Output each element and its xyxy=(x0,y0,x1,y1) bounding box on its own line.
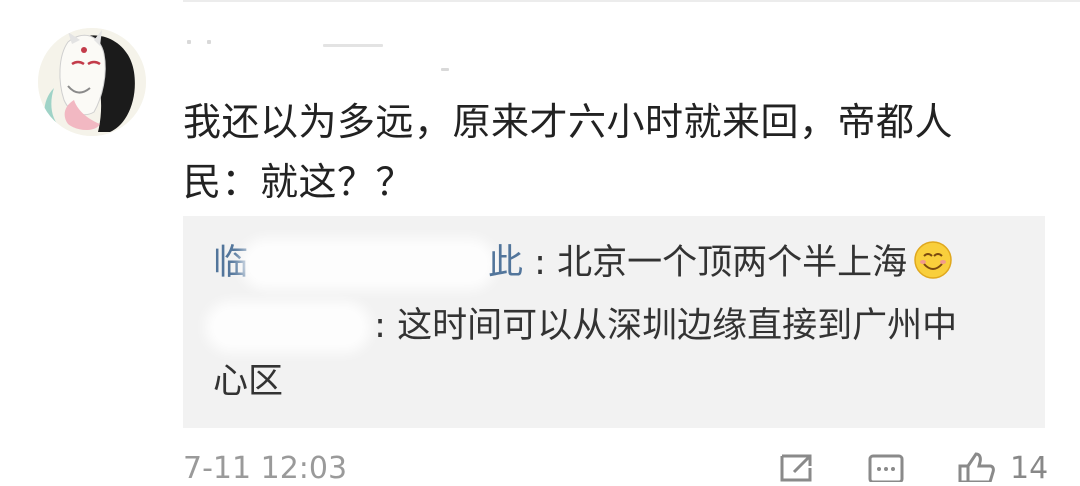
username-redacted[interactable] xyxy=(183,30,463,76)
reply-2-author[interactable] xyxy=(213,306,374,346)
comment-timestamp: 7-11 12:03 xyxy=(183,451,348,486)
comment-text: 我还以为多远，原来才六小时就来回，帝都人民：就这？？ xyxy=(183,100,954,204)
share-icon[interactable] xyxy=(776,452,816,482)
reply-2[interactable]: : 这时间可以从深圳边缘直接到广州中 xyxy=(213,300,957,352)
reply-1[interactable]: 临此 : 北京一个顶两个半上海 xyxy=(213,237,953,289)
reply-1-author[interactable]: 临此 xyxy=(213,243,534,283)
like-icon[interactable] xyxy=(956,452,996,482)
top-divider xyxy=(183,0,1080,2)
avatar[interactable] xyxy=(38,28,146,136)
avatar-image xyxy=(38,28,146,136)
reply-2-text: 这时间可以从深圳边缘直接到广州中 xyxy=(397,306,958,346)
reply-1-text: 北京一个顶两个半上海 xyxy=(557,243,908,283)
name-redaction xyxy=(213,309,363,345)
smile-emoji xyxy=(913,240,953,280)
comment-icon[interactable] xyxy=(866,452,906,482)
reply-2-continuation: 心区 xyxy=(213,362,284,402)
name-redaction xyxy=(248,246,489,282)
like-count: 14 xyxy=(1010,451,1049,486)
